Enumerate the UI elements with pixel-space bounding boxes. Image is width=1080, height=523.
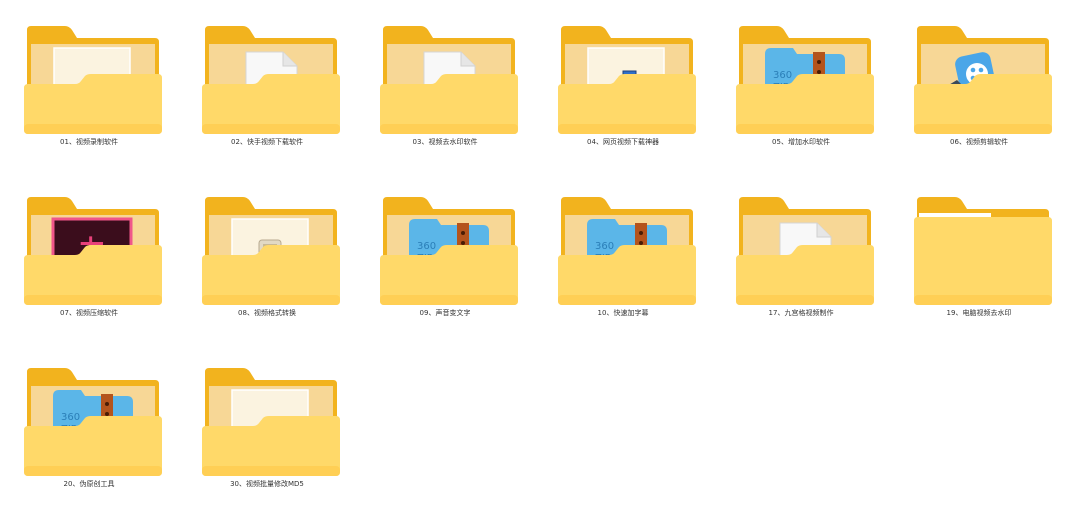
- zip-brand-text: 360: [595, 241, 614, 252]
- folder-item[interactable]: 03、视频去水印软件: [356, 0, 534, 170]
- folder-icon: [201, 195, 341, 307]
- folder-item[interactable]: 力 07、视频压缩软件: [0, 171, 178, 341]
- video-editor-reel-hole: [978, 67, 984, 73]
- folder-name-label: 05、增加水印软件: [772, 138, 830, 146]
- folder-grid: 01、视频录制软件 02、快手视频下载软件 03、视频去水印软件 04、网页视频下载神…: [0, 0, 1080, 523]
- folder-name-label: 02、快手视频下载软件: [231, 138, 303, 146]
- folder-icon: [379, 24, 519, 136]
- folder-name-label: 01、视频录制软件: [60, 138, 118, 146]
- folder-icon-graphic: 360ZIP: [558, 197, 696, 305]
- folder-icon-graphic: [380, 26, 518, 134]
- folder-icon: [201, 366, 341, 478]
- folder-item[interactable]: 360ZIP 20、伪原创工具: [0, 342, 178, 512]
- folder-icon-graphic: 360ZIP: [380, 197, 518, 305]
- zip-dot: [461, 241, 465, 245]
- folder-icon: [913, 24, 1053, 136]
- folder-icon-graphic: [202, 368, 340, 476]
- folder-icon-graphic: [914, 26, 1052, 134]
- folder-name-label: 06、视频剪辑软件: [950, 138, 1008, 146]
- folder-item[interactable]: 360ZIP 05、增加水印软件: [712, 0, 890, 170]
- zip-dot: [639, 231, 643, 235]
- folder-icon-graphic: [736, 197, 874, 305]
- folder-front-shade: [914, 124, 1052, 134]
- folder-front-shade: [24, 295, 162, 305]
- folder-name-label: 03、视频去水印软件: [412, 138, 478, 146]
- zip-brand-text: 360: [417, 241, 436, 252]
- folder-name-label: 09、声音变文字: [419, 309, 471, 317]
- zip-dot: [639, 241, 643, 245]
- folder-icon-graphic: [202, 197, 340, 305]
- folder-icon: [735, 195, 875, 307]
- folder-icon: 360ZIP: [23, 366, 163, 478]
- zip-dot: [817, 70, 821, 74]
- zip-dot: [817, 60, 821, 64]
- folder-front: [914, 217, 1052, 305]
- folder-front-shade: [24, 466, 162, 476]
- folder-front-shade: [202, 124, 340, 134]
- folder-name-label: 10、快速加字幕: [597, 309, 649, 317]
- folder-front-shade: [736, 124, 874, 134]
- zip-dot: [105, 412, 109, 416]
- folder-item[interactable]: 02、快手视频下载软件: [178, 0, 356, 170]
- folder-name-label: 07、视频压缩软件: [60, 309, 118, 317]
- folder-item[interactable]: 360ZIP 09、声音变文字: [356, 171, 534, 341]
- folder-front-shade: [914, 295, 1052, 305]
- folder-name-label: 08、视频格式转换: [238, 309, 296, 317]
- folder-icon: [557, 24, 697, 136]
- folder-icon-graphic: [202, 26, 340, 134]
- folder-name-label: 19、电脑视频去水印: [946, 309, 1012, 317]
- folder-icon: 360ZIP: [557, 195, 697, 307]
- folder-icon-graphic: [24, 26, 162, 134]
- folder-item[interactable]: 08、视频格式转换: [178, 171, 356, 341]
- zip-brand-text: 360: [61, 412, 80, 423]
- folder-icon-graphic: 力: [24, 197, 162, 305]
- folder-front-shade: [24, 124, 162, 134]
- folder-icon: 360ZIP: [379, 195, 519, 307]
- video-editor-reel-hole: [970, 67, 976, 73]
- folder-item[interactable]: 30、视频批量修改MD5: [178, 342, 356, 512]
- folder-front-shade: [380, 295, 518, 305]
- folder-name-label: 20、伪原创工具: [63, 480, 115, 488]
- folder-icon: 360ZIP: [735, 24, 875, 136]
- folder-name-label: 04、网页视频下载神器: [587, 138, 659, 146]
- folder-icon-graphic: [558, 26, 696, 134]
- folder-front-shade: [202, 295, 340, 305]
- folder-item[interactable]: 01、视频录制软件: [0, 0, 178, 170]
- folder-front-shade: [380, 124, 518, 134]
- folder-icon: [23, 24, 163, 136]
- folder-icon: [201, 24, 341, 136]
- zip-brand-text: 360: [773, 70, 792, 81]
- zip-dot: [461, 231, 465, 235]
- folder-icon-graphic: [914, 197, 1052, 305]
- folder-name-label: 17、九宫格视频制作: [768, 309, 834, 317]
- folder-name-label: 30、视频批量修改MD5: [230, 480, 304, 488]
- folder-front-shade: [202, 466, 340, 476]
- folder-item[interactable]: 360ZIP 10、快速加字幕: [534, 171, 712, 341]
- folder-icon-graphic: 360ZIP: [24, 368, 162, 476]
- folder-front-shade: [736, 295, 874, 305]
- folder-front-shade: [558, 124, 696, 134]
- folder-item[interactable]: 17、九宫格视频制作: [712, 171, 890, 341]
- zip-dot: [105, 402, 109, 406]
- folder-front-shade: [558, 295, 696, 305]
- folder-icon: 力: [23, 195, 163, 307]
- folder-icon: [913, 195, 1053, 307]
- folder-item[interactable]: 19、电脑视频去水印: [890, 171, 1068, 341]
- folder-item[interactable]: 04、网页视频下载神器: [534, 0, 712, 170]
- folder-icon-graphic: 360ZIP: [736, 26, 874, 134]
- folder-item[interactable]: 06、视频剪辑软件: [890, 0, 1068, 170]
